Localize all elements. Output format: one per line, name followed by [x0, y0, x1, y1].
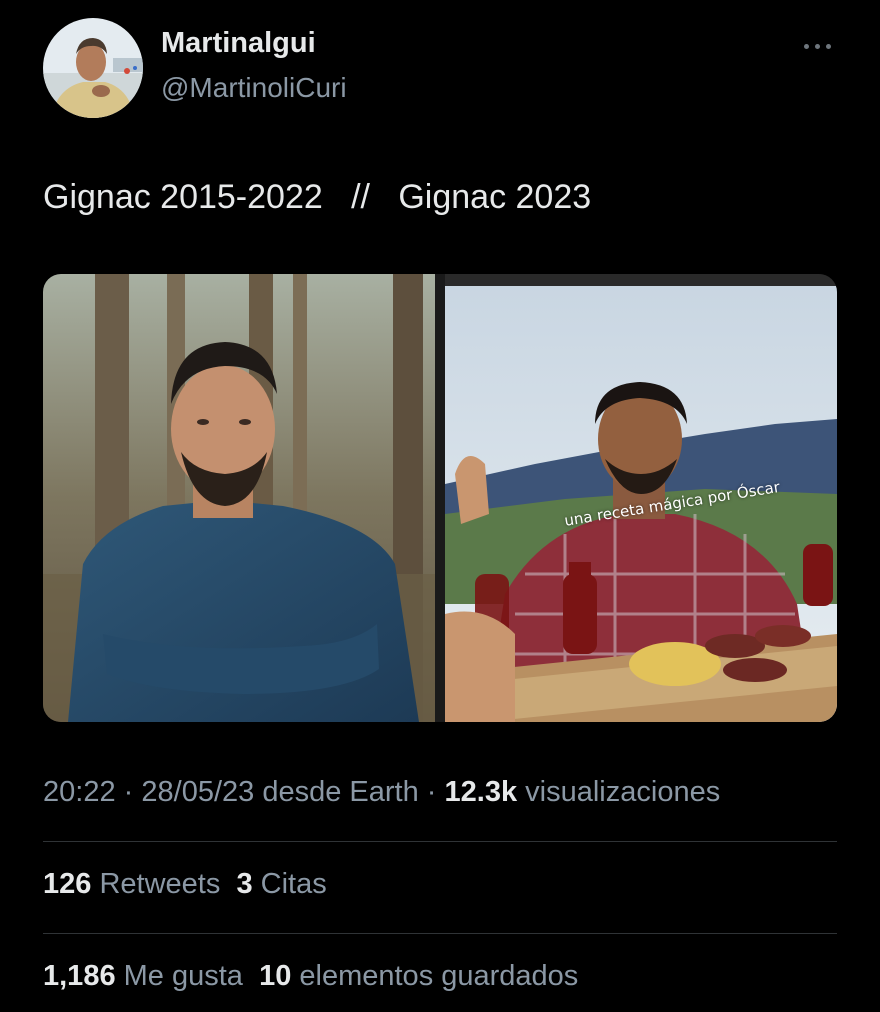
likes-stat[interactable]: 1,186 Me gusta — [43, 960, 243, 992]
bookmarks-label: elementos guardados — [299, 960, 579, 992]
tweet-date[interactable]: 28/05/23 — [141, 776, 254, 808]
likes-label: Me gusta — [123, 960, 243, 992]
retweets-stat[interactable]: 126 Retweets — [43, 868, 220, 900]
tweet-meta: 20:22 · 28/05/23 desde Earth · 12.3k vis… — [43, 776, 720, 809]
quotes-stat[interactable]: 3 Citas — [236, 868, 326, 900]
tweet-source: desde Earth — [262, 776, 419, 808]
photo-left[interactable] — [43, 274, 435, 722]
author-handle[interactable]: @MartinoliCuri — [161, 72, 347, 104]
profile-photo — [43, 18, 143, 118]
quotes-label: Citas — [260, 868, 327, 900]
views-label: visualizaciones — [525, 776, 721, 808]
man-at-barbecue-table — [445, 274, 837, 722]
tweet-detail: Martinalgui @MartinoliCuri Gignac 2015-2… — [0, 0, 880, 1012]
divider — [43, 933, 837, 934]
ellipsis-icon — [804, 44, 809, 49]
retweets-count: 126 — [43, 868, 92, 900]
retweets-label: Retweets — [99, 868, 221, 900]
views-count: 12.3k — [444, 776, 518, 808]
author-avatar[interactable] — [43, 18, 143, 118]
tweet-media: una receta mágica por Óscar — [43, 274, 837, 722]
meta-separator: · — [123, 776, 134, 808]
ellipsis-icon — [826, 44, 831, 49]
author-display-name[interactable]: Martinalgui — [161, 27, 316, 60]
ellipsis-icon — [815, 44, 820, 49]
meta-separator: · — [426, 776, 437, 808]
bookmarks-count: 10 — [259, 960, 292, 992]
likes-count: 1,186 — [43, 960, 116, 992]
divider — [43, 841, 837, 842]
tweet-text: Gignac 2015-2022 // Gignac 2023 — [43, 178, 592, 216]
more-options-button[interactable] — [798, 34, 838, 58]
retweet-quote-stats: 126 Retweets 3 Citas — [43, 868, 327, 901]
photo-right[interactable]: una receta mágica por Óscar — [445, 274, 837, 722]
likes-bookmarks-stats: 1,186 Me gusta 10 elementos guardados — [43, 960, 578, 993]
tweet-time[interactable]: 20:22 — [43, 776, 116, 808]
bookmarks-stat[interactable]: 10 elementos guardados — [259, 960, 578, 992]
man-with-beard-in-forest — [43, 274, 435, 722]
quotes-count: 3 — [236, 868, 253, 900]
